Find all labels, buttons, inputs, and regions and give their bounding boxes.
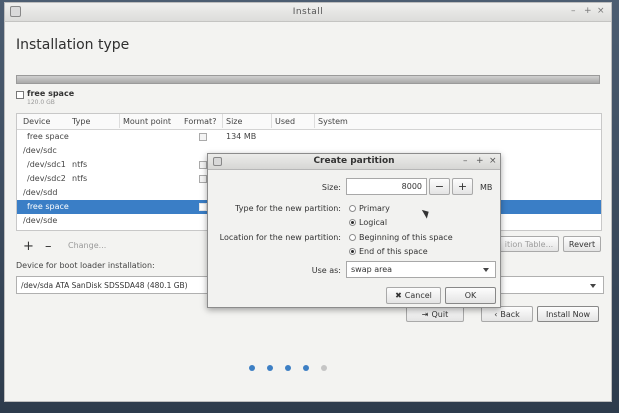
minus-icon: − [434, 180, 445, 193]
maximize-icon[interactable]: + [584, 6, 592, 16]
radio-primary[interactable] [349, 205, 356, 212]
increase-size-button[interactable]: + [452, 178, 473, 195]
create-partition-dialog: Create partition – + × Size: 8000 − + MB… [207, 153, 501, 308]
cell-device: free space [27, 202, 69, 211]
cell-device: free space [27, 132, 69, 141]
window-titlebar: Install – + × [5, 3, 611, 22]
col-mount-point[interactable]: Mount point [123, 117, 171, 126]
format-checkbox[interactable] [199, 203, 207, 211]
boot-loader-label: Device for boot loader installation: [16, 261, 155, 270]
change-partition-button[interactable]: Change... [68, 241, 106, 250]
col-type[interactable]: Type [72, 117, 90, 126]
progress-dot [321, 365, 327, 371]
cancel-icon: ✖ [395, 291, 402, 300]
revert-button[interactable]: Revert [563, 236, 601, 252]
install-now-button[interactable]: Install Now [537, 306, 599, 322]
progress-dot [285, 365, 291, 371]
size-value: 8000 [401, 182, 422, 191]
quit-icon: ⇥ [421, 309, 429, 319]
decrease-size-button[interactable]: − [429, 178, 450, 195]
quit-button[interactable]: ⇥ Quit [406, 306, 464, 322]
table-row[interactable]: free space 134 MB [17, 130, 601, 144]
use-as-value: swap area [351, 265, 393, 274]
page-title: Installation type [16, 37, 130, 53]
plus-icon: + [457, 180, 468, 193]
col-system[interactable]: System [318, 117, 348, 126]
legend-swatch [16, 91, 24, 99]
cell-device: /dev/sdd [23, 188, 58, 197]
dialog-close-icon[interactable]: × [489, 156, 497, 166]
dropdown-arrow-icon [590, 284, 596, 288]
legend-name: free space [27, 89, 75, 98]
radio-beginning-label: Beginning of this space [359, 233, 453, 242]
boot-loader-value: /dev/sda ATA SanDisk SDSSDA48 (480.1 GB) [21, 281, 188, 290]
size-unit: MB [480, 183, 493, 192]
radio-logical-label: Logical [359, 218, 388, 227]
use-as-select[interactable]: swap area [346, 261, 496, 278]
use-as-label: Use as: [311, 266, 341, 275]
progress-dot [303, 365, 309, 371]
col-format[interactable]: Format? [184, 117, 216, 126]
minimize-icon[interactable]: – [571, 6, 576, 16]
cell-device: /dev/sdc1 [27, 160, 66, 169]
radio-primary-label: Primary [359, 204, 390, 213]
disk-usage-bar [16, 75, 600, 84]
add-partition-button[interactable]: + [23, 239, 34, 254]
cell-device: /dev/sdc [23, 146, 57, 155]
type-label: Type for the new partition: [235, 204, 341, 213]
col-used[interactable]: Used [275, 117, 295, 126]
cell-device: /dev/sde [23, 216, 58, 225]
cell-size: 134 MB [226, 132, 257, 141]
col-device[interactable]: Device [23, 117, 50, 126]
radio-end[interactable] [349, 248, 356, 255]
remove-partition-button[interactable]: – [45, 239, 52, 254]
table-header: Device Type Mount point Format? Size Use… [17, 114, 601, 130]
size-label: Size: [321, 183, 341, 192]
dialog-minimize-icon[interactable]: – [463, 156, 468, 166]
radio-end-label: End of this space [359, 247, 428, 256]
dialog-title: Create partition [313, 156, 395, 166]
new-partition-table-button[interactable]: ition Table... [499, 236, 559, 252]
size-input[interactable]: 8000 [346, 178, 427, 195]
close-icon[interactable]: × [597, 6, 605, 16]
cancel-button[interactable]: ✖ Cancel [386, 287, 441, 304]
dropdown-arrow-icon [483, 268, 489, 272]
radio-logical[interactable] [349, 219, 356, 226]
dialog-titlebar: Create partition – + × [208, 154, 500, 170]
format-checkbox[interactable] [199, 175, 207, 183]
col-size[interactable]: Size [226, 117, 242, 126]
legend-size: 120.0 GB [27, 99, 55, 106]
chevron-left-icon: ‹ [494, 309, 498, 319]
window-title: Install [292, 7, 324, 17]
cell-device: /dev/sdc2 [27, 174, 66, 183]
location-label: Location for the new partition: [219, 233, 341, 242]
dialog-maximize-icon[interactable]: + [476, 156, 484, 166]
cell-type: ntfs [72, 160, 88, 169]
format-checkbox[interactable] [199, 161, 207, 169]
format-checkbox[interactable] [199, 133, 207, 141]
ok-button[interactable]: OK [445, 287, 496, 304]
progress-dot [249, 365, 255, 371]
progress-dot [267, 365, 273, 371]
cell-type: ntfs [72, 174, 88, 183]
back-button[interactable]: ‹ Back [481, 306, 533, 322]
radio-beginning[interactable] [349, 234, 356, 241]
